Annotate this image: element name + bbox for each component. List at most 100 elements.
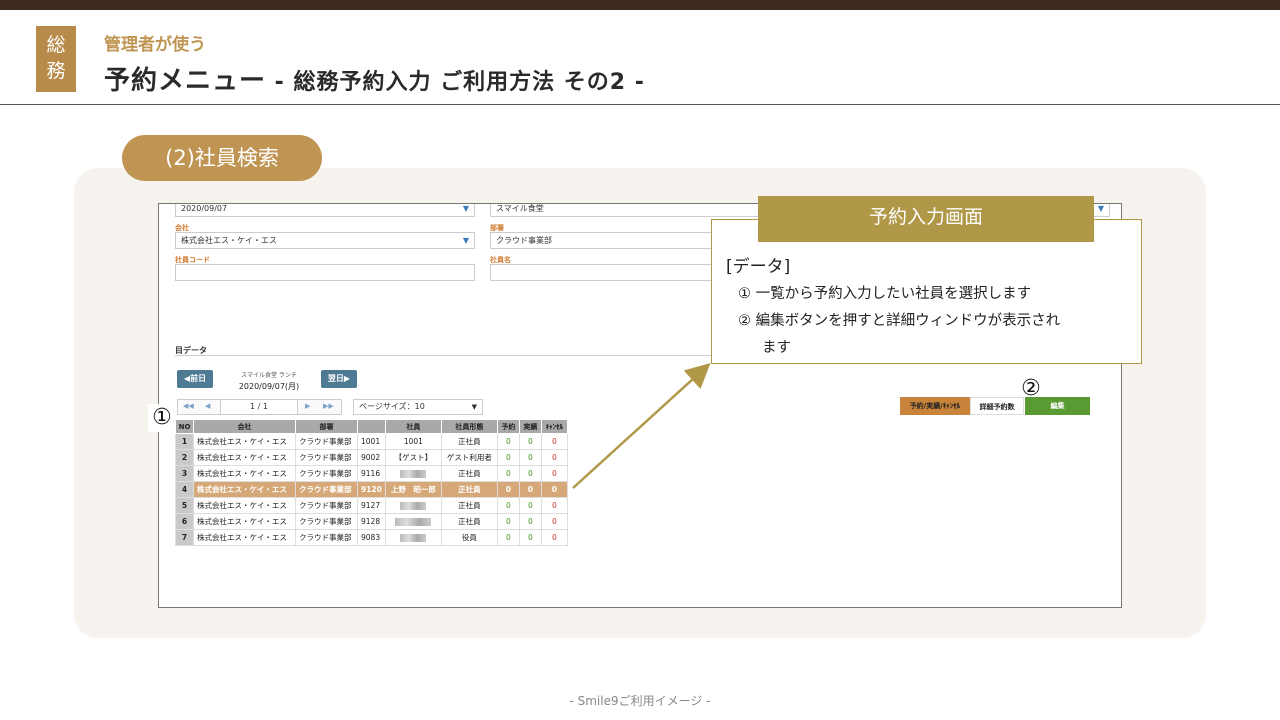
col-reserved: 予約 (496, 419, 520, 434)
first-page-icon[interactable]: ◀◀ (183, 402, 194, 410)
table-row[interactable]: 7 株式会社エス・ケイ・エス クラウド事業部 9083 役員 0 0 0 (175, 529, 568, 546)
row-company: 株式会社エス・ケイ・エス (193, 513, 296, 530)
row-cancel: 0 (540, 449, 568, 466)
pager: ◀◀ ◀ 1 / 1 ▶ ▶▶ (177, 399, 342, 415)
data-section-divider (175, 355, 735, 356)
redacted-name (400, 470, 427, 478)
top-bar (0, 0, 1280, 10)
row-reserved: 0 (496, 449, 520, 466)
callout-line-2: ② 編集ボタンを押すと詳細ウィンドウが表示され (738, 313, 1061, 329)
row-no: 3 (175, 465, 194, 482)
chevron-down-icon: ▼ (462, 204, 469, 213)
col-code (357, 419, 386, 434)
last-page-icon[interactable]: ▶▶ (323, 402, 334, 410)
row-dept: クラウド事業部 (295, 481, 358, 498)
row-type: 正社員 (440, 481, 498, 498)
date-value: 2020/09/07 (181, 204, 228, 213)
employee-code-input[interactable] (175, 264, 475, 281)
cafeteria-value: スマイル食堂 (496, 204, 544, 213)
redacted-name (400, 502, 427, 510)
row-actual: 0 (518, 465, 542, 482)
footer-text: - Smile9ご利用イメージ - (569, 694, 711, 708)
marker-two: ② (1021, 376, 1041, 401)
page-size-value: ページサイズ：10 (359, 402, 425, 411)
title-rest: - 総務予約入力 ご利用方法 その2 - (266, 70, 645, 95)
row-dept: クラウド事業部 (295, 529, 358, 546)
chevron-down-icon: ▼ (471, 403, 477, 411)
row-dept: クラウド事業部 (295, 433, 358, 450)
redacted-name (400, 534, 427, 542)
callout-line-1: ① 一覧から予約入力したい社員を選択します (738, 286, 1032, 302)
row-cancel: 0 (540, 529, 568, 546)
row-name: 【ゲスト】 (384, 449, 442, 466)
row-cancel: 0 (540, 481, 568, 498)
row-no: 7 (175, 529, 194, 546)
row-dept: クラウド事業部 (295, 497, 358, 514)
table-row-selected[interactable]: 4 株式会社エス・ケイ・エス クラウド事業部 9120 上野 昭一郎 正社員 0… (175, 481, 568, 498)
row-code: 9127 (357, 497, 386, 514)
row-code: 9002 (357, 449, 386, 466)
row-dept: クラウド事業部 (295, 513, 358, 530)
row-actual: 0 (518, 513, 542, 530)
callout-heading: [データ] (726, 257, 791, 277)
row-code: 9116 (357, 465, 386, 482)
row-actual: 0 (518, 449, 542, 466)
row-company: 株式会社エス・ケイ・エス (193, 529, 296, 546)
callout-line-3: ます (762, 340, 791, 356)
row-company: 株式会社エス・ケイ・エス (193, 481, 296, 498)
col-company: 会社 (193, 419, 296, 434)
col-dept: 部署 (295, 419, 358, 434)
redacted-name (395, 518, 432, 526)
row-no: 6 (175, 513, 194, 530)
row-reserved: 0 (496, 497, 520, 514)
row-cancel: 0 (540, 465, 568, 482)
table-row[interactable]: 3 株式会社エス・ケイ・エス クラウド事業部 9116 正社員 0 0 0 (175, 465, 568, 482)
row-company: 株式会社エス・ケイ・エス (193, 449, 296, 466)
row-name-redacted (384, 465, 442, 482)
table-row[interactable]: 2 株式会社エス・ケイ・エス クラウド事業部 9002 【ゲスト】 ゲスト利用者… (175, 449, 568, 466)
row-actual: 0 (518, 497, 542, 514)
row-reserved: 0 (496, 465, 520, 482)
row-reserved: 0 (496, 529, 520, 546)
badge-char-2: 務 (46, 60, 66, 82)
marker-one: ① (148, 404, 176, 432)
company-select[interactable]: 株式会社エス・ケイ・エス ▼ (175, 232, 475, 249)
employee-name-input[interactable] (490, 264, 720, 281)
row-type: 正社員 (440, 497, 498, 514)
header-divider (0, 104, 1280, 105)
page-size-select[interactable]: ページサイズ：10 ▼ (353, 399, 483, 415)
row-company: 株式会社エス・ケイ・エス (193, 433, 296, 450)
prev-day-button[interactable]: ◀前日 (177, 370, 213, 388)
row-code: 9120 (357, 481, 386, 498)
title-main: 予約メニュー (104, 66, 267, 96)
row-no: 5 (175, 497, 194, 514)
row-cancel: 0 (540, 497, 568, 514)
row-dept: クラウド事業部 (295, 465, 358, 482)
prev-page-icon[interactable]: ◀ (205, 402, 210, 410)
table-row[interactable]: 1 株式会社エス・ケイ・エス クラウド事業部 1001 1001 正社員 0 0… (175, 433, 568, 450)
next-day-button[interactable]: 翌日▶ (321, 370, 357, 388)
row-company: 株式会社エス・ケイ・エス (193, 465, 296, 482)
row-reserved: 0 (496, 481, 520, 498)
row-name-redacted (384, 513, 442, 530)
row-name-redacted (384, 497, 442, 514)
row-type: 正社員 (440, 433, 498, 450)
chevron-down-icon: ▼ (1097, 204, 1104, 213)
row-type: 正社員 (440, 465, 498, 482)
page-title: 予約メニュー - 総務予約入力 ご利用方法 その2 - (104, 60, 645, 97)
row-type: 正社員 (440, 513, 498, 530)
next-page-icon[interactable]: ▶ (305, 402, 310, 410)
table-row[interactable]: 5 株式会社エス・ケイ・エス クラウド事業部 9127 正社員 0 0 0 (175, 497, 568, 514)
row-reserved: 0 (496, 433, 520, 450)
row-no: 1 (175, 433, 194, 450)
table-row[interactable]: 6 株式会社エス・ケイ・エス クラウド事業部 9128 正社員 0 0 0 (175, 513, 568, 530)
row-code: 9128 (357, 513, 386, 530)
row-actual: 0 (518, 433, 542, 450)
reservation-actual-cancel-button[interactable]: 予約/実績/ｷｬﾝｾﾙ (900, 397, 970, 415)
row-code: 9083 (357, 529, 386, 546)
row-company: 株式会社エス・ケイ・エス (193, 497, 296, 514)
dept-select[interactable]: クラウド事業部 (490, 232, 720, 249)
chevron-down-icon: ▼ (462, 236, 469, 245)
date-select[interactable]: 2020/09/07 ▼ (175, 204, 475, 217)
callout-title: 予約入力画面 (758, 196, 1094, 242)
